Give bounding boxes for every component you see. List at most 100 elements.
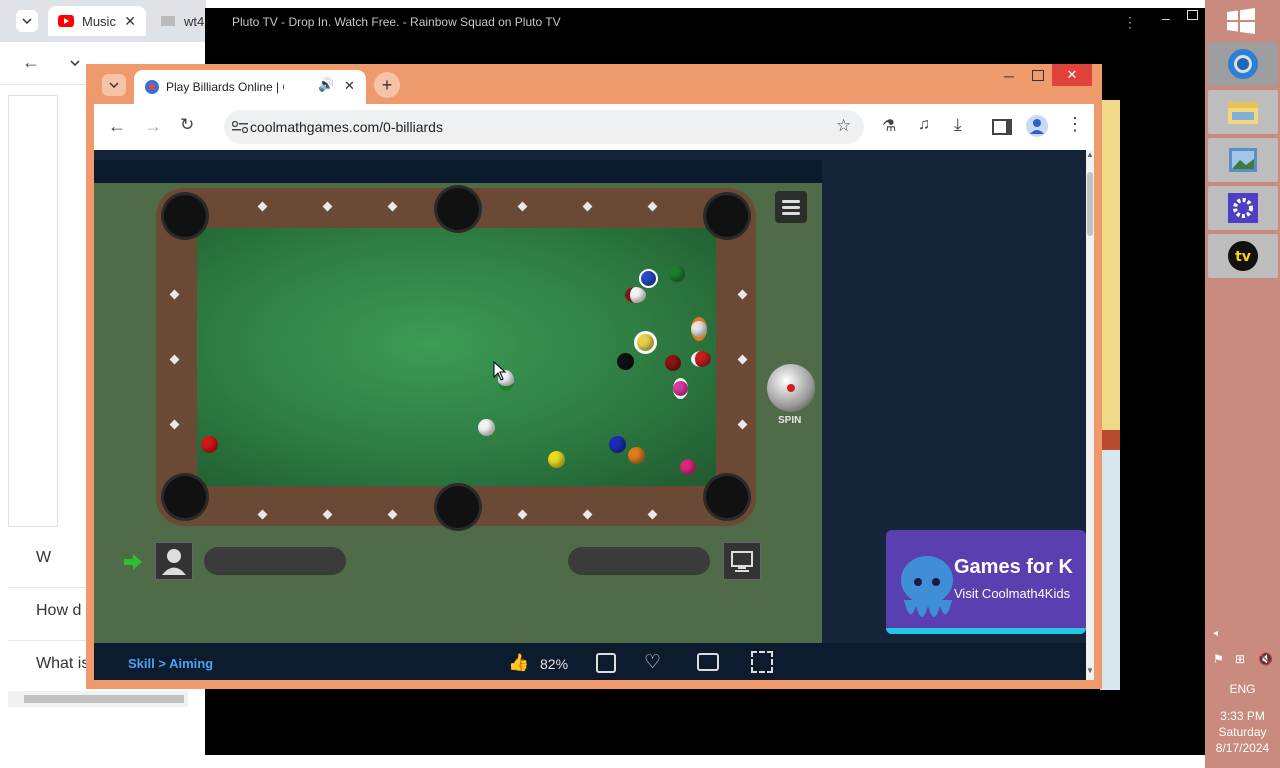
breadcrumb-link[interactable]: Skill > Aiming [128,656,213,671]
pocket [706,476,748,518]
tab-search-button[interactable] [102,74,126,96]
svg-text:tv: tv [1235,249,1251,265]
chevron-down-icon[interactable] [70,60,80,66]
close-icon[interactable]: ✕ [124,13,136,30]
clock-date: 8/17/2024 [1215,741,1270,755]
taskbar-chrome[interactable] [1208,42,1278,86]
search-suggestion[interactable]: How d [36,602,81,620]
background-panel [8,95,58,527]
search-suggestion[interactable]: What is [36,655,89,673]
computer-icon [731,551,753,572]
coolmath-favicon-icon [145,80,159,94]
scrollbar-thumb[interactable] [1087,172,1093,236]
game-header-strip [94,160,822,183]
volume-muted-icon[interactable]: 🔇 [1258,652,1273,666]
tab-billiards[interactable]: Play Billiards Online | Coolm 🔊 ✕ [134,70,366,104]
url-text: coolmathgames.com/0-billiards [250,119,443,135]
add-to-playlist-icon[interactable] [697,653,719,671]
maximize-button[interactable] [1032,70,1044,81]
close-icon[interactable]: ✕ [344,78,355,94]
opponent-avatar [723,542,761,580]
cue-ball[interactable] [478,419,495,436]
ball [665,355,681,371]
chrome-icon [1228,49,1258,79]
chevron-down-icon [109,82,119,88]
hamburger-menu-icon [782,200,800,215]
side-panel-icon[interactable] [992,119,1012,135]
vertical-scrollbar[interactable]: ▲ ▼ [1086,150,1094,680]
media-control-icon[interactable]: ♫ [918,116,930,134]
labs-flask-icon[interactable]: ⚗ [882,116,896,136]
bookmark-star-icon[interactable]: ☆ [836,116,851,136]
minimize-button[interactable]: ─ [1004,68,1014,84]
comment-icon[interactable] [596,653,616,673]
back-arrow-icon[interactable]: ← [108,116,126,137]
pocket [164,195,206,237]
scroll-down-icon[interactable]: ▼ [1086,666,1094,675]
browser-toolbar: ← → ↻ coolmathgames.com/0-billiards ☆ ⚗ … [94,104,1094,150]
coolmath4kids-ad[interactable]: Games for K Visit Coolmath4Kids [886,530,1086,634]
thumbs-up-icon[interactable]: 👍 [508,653,529,673]
horizontal-scrollbar[interactable] [8,691,188,707]
ball [634,331,657,354]
ball [548,451,565,468]
audio-playing-icon[interactable]: 🔊 [318,77,334,93]
network-icon[interactable]: ⊞ [1235,652,1245,666]
ball [691,317,707,341]
windows-start-icon[interactable] [1227,8,1255,34]
close-window-button[interactable]: ✕ [1052,64,1092,86]
pocket [437,188,479,230]
tab-title: Play Billiards Online | Coolm [166,80,284,94]
tab-music[interactable]: Music ✕ [48,6,146,36]
download-icon[interactable]: ⤓ [954,115,962,135]
pocket [437,486,479,528]
tab-wt4[interactable]: wt4 [150,6,206,36]
opponent-ball-tray [568,547,710,575]
show-hidden-icons[interactable]: ◂ [1213,628,1218,639]
spin-dot [787,384,795,392]
maximize-button[interactable] [1187,10,1198,20]
ball [617,353,634,370]
billiards-game[interactable]: SPIN [94,183,822,643]
action-center-icon[interactable]: ⚑ [1213,652,1224,666]
clock[interactable]: 3:33 PM Saturday 8/17/2024 [1205,708,1280,756]
language-indicator[interactable]: ENG [1205,682,1280,696]
taskbar-pluto-tv[interactable]: tv [1208,234,1278,278]
taskbar-file-explorer[interactable] [1208,90,1278,134]
rating-value: 82% [540,656,569,672]
ball [673,378,688,399]
player-ball-tray [204,547,346,575]
video-frame-strip [1100,450,1120,690]
pluto-tv-icon: tv [1228,241,1258,271]
image-icon [161,16,175,26]
back-arrow-icon[interactable]: ← [22,52,40,73]
kebab-menu-icon[interactable]: ⋮ [1066,114,1084,135]
menu-icon[interactable]: ⋮ [1123,14,1137,31]
game-actions-bar: Skill > Aiming 👍 82% ♡ [94,643,1086,680]
spin-control[interactable] [767,364,815,412]
tab-strip: Play Billiards Online | Coolm 🔊 ✕ + ─ ✕ [86,64,1102,104]
profile-avatar-icon[interactable] [1026,115,1048,137]
ball [691,351,711,367]
file-explorer-icon [1228,102,1258,124]
ball [201,436,218,453]
tab-search-button[interactable] [16,10,38,32]
game-menu-button[interactable] [775,191,807,223]
ball [639,269,658,288]
forward-arrow-icon[interactable]: → [144,116,162,137]
ad-subtitle: Visit Coolmath4Kids [954,586,1071,601]
new-tab-button[interactable]: + [374,72,400,98]
site-info-icon[interactable] [232,121,248,133]
pocket [164,476,206,518]
heart-icon[interactable]: ♡ [644,651,661,674]
search-suggestion[interactable]: W [36,549,51,567]
address-bar[interactable]: coolmathgames.com/0-billiards ☆ [224,110,864,144]
taskbar-photos[interactable] [1208,138,1278,182]
arrow-right-icon [124,554,142,570]
fullscreen-icon[interactable] [751,651,773,673]
ball [628,447,645,464]
scroll-up-icon[interactable]: ▲ [1086,150,1094,159]
minimize-button[interactable]: ‒ [1162,10,1170,26]
reload-icon[interactable]: ↻ [180,115,194,135]
taskbar-settings[interactable] [1208,186,1278,230]
